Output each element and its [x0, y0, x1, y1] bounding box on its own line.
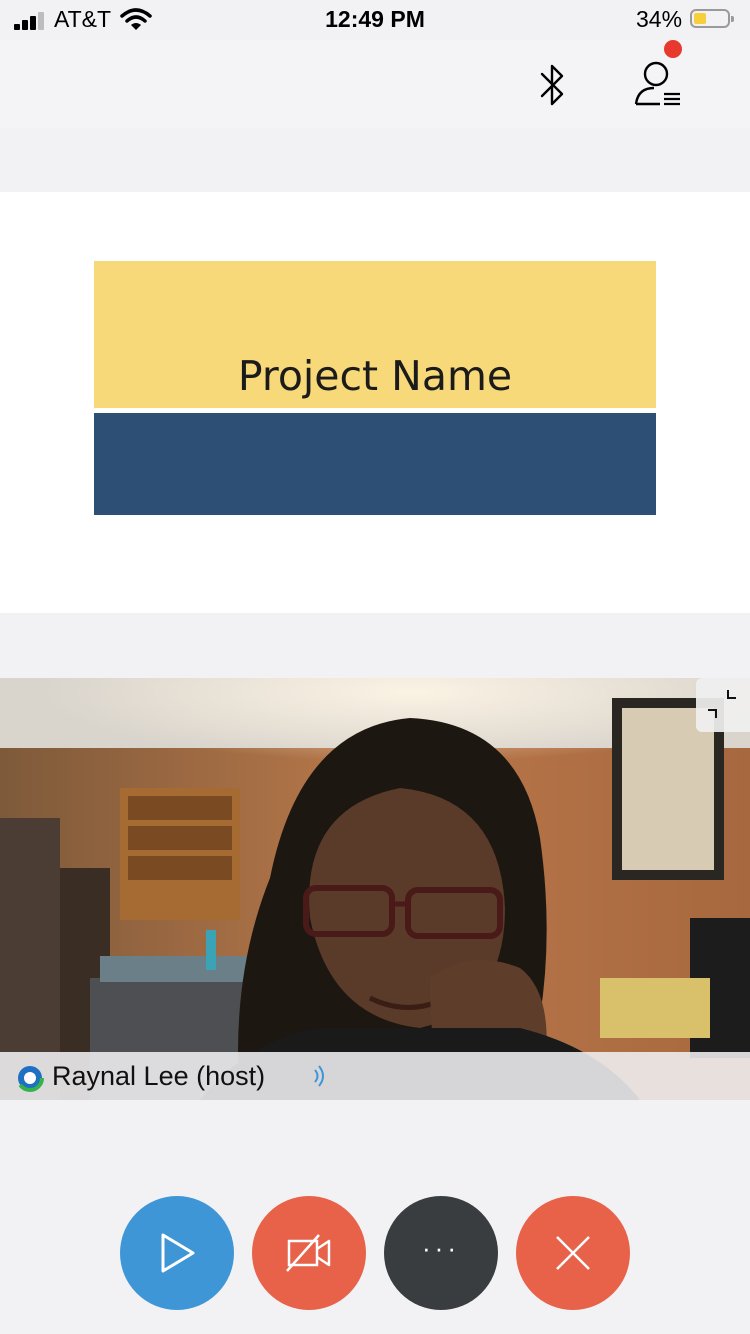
- participants-list-icon[interactable]: [632, 58, 686, 108]
- battery-icon: [690, 9, 734, 28]
- exit-fullscreen-button[interactable]: [696, 678, 750, 732]
- meeting-toolbar: [0, 40, 750, 128]
- close-icon: [556, 1236, 590, 1270]
- share-button[interactable]: [120, 1196, 234, 1310]
- play-icon: [161, 1233, 195, 1273]
- video-off-icon: [286, 1234, 331, 1272]
- leave-button[interactable]: [516, 1196, 630, 1310]
- more-button[interactable]: ···: [384, 1196, 498, 1310]
- more-icon: ···: [422, 1232, 460, 1263]
- participant-name: Raynal Lee (host): [52, 1061, 266, 1091]
- slide-title: Project Name: [237, 352, 513, 400]
- status-bar: AT&T 12:49 PM 34%: [0, 0, 750, 40]
- call-controls: ···: [0, 1196, 750, 1312]
- battery-percent: 34%: [636, 6, 683, 32]
- slide-bottom-band: [94, 413, 656, 515]
- video-frame-image: [0, 678, 750, 1100]
- video-button[interactable]: [252, 1196, 366, 1310]
- shared-content-area: Project Name: [0, 192, 750, 613]
- webex-logo-icon: [16, 1064, 44, 1092]
- participant-video[interactable]: Raynal Lee (host): [0, 678, 750, 1100]
- slide-title-band: Project Name: [94, 261, 656, 408]
- notification-badge: [664, 40, 682, 58]
- bluetooth-icon[interactable]: [538, 62, 568, 108]
- exit-fullscreen-icon: [708, 690, 736, 718]
- participant-name-bar: Raynal Lee (host): [0, 1052, 750, 1100]
- audio-speaking-icon: [314, 1065, 324, 1087]
